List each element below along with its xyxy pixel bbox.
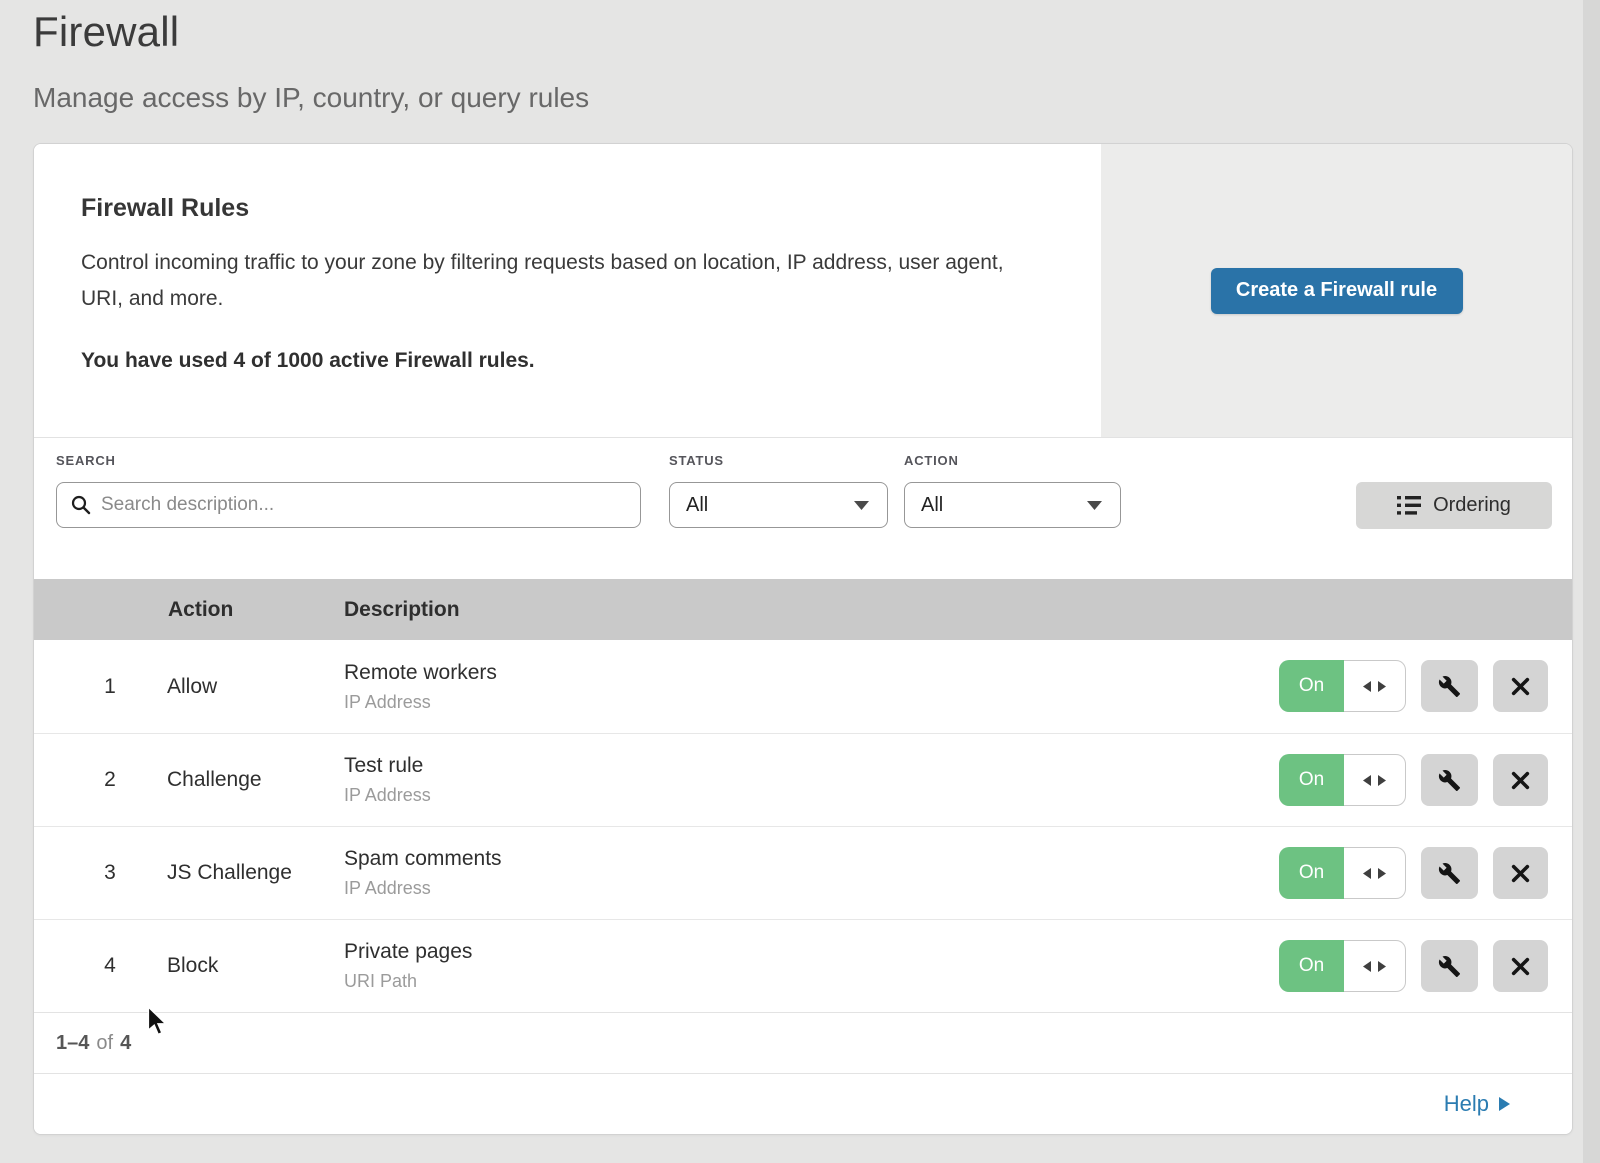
create-firewall-rule-button[interactable]: Create a Firewall rule — [1211, 268, 1463, 314]
toggle-arrows-icon[interactable] — [1344, 847, 1406, 899]
action-select-value: All — [921, 494, 943, 517]
ordering-button-label: Ordering — [1433, 494, 1511, 517]
firewall-rules-card: Firewall Rules Control incoming traffic … — [33, 143, 1573, 1135]
toggle-arrows-icon[interactable] — [1344, 940, 1406, 992]
table-row: 3 JS Challenge Spam comments IP Address … — [34, 826, 1572, 919]
rules-table-body: 1 Allow Remote workers IP Address On — [34, 640, 1572, 1012]
column-header-description: Description — [344, 579, 460, 640]
close-icon — [1511, 957, 1530, 976]
filters-section: SEARCH STATUS All ACTION All — [34, 438, 1572, 579]
ordering-button[interactable]: Ordering — [1356, 482, 1552, 529]
intro-text-panel: Firewall Rules Control incoming traffic … — [34, 144, 1101, 437]
pagination-range: 1–4 — [56, 1032, 89, 1055]
page-title: Firewall — [33, 8, 589, 56]
wrench-icon — [1438, 862, 1461, 885]
intro-section: Firewall Rules Control incoming traffic … — [34, 144, 1572, 438]
edit-rule-button[interactable] — [1421, 754, 1478, 806]
toggle-arrows-icon[interactable] — [1344, 660, 1406, 712]
status-select[interactable]: All — [669, 482, 888, 528]
wrench-icon — [1438, 955, 1461, 978]
toggle-on-label[interactable]: On — [1279, 847, 1344, 899]
rule-controls: On — [34, 734, 1572, 826]
toggle-arrows-icon[interactable] — [1344, 754, 1406, 806]
delete-rule-button[interactable] — [1493, 940, 1548, 992]
wrench-icon — [1438, 675, 1461, 698]
pagination-bar: 1–4 of 4 — [34, 1012, 1572, 1073]
chevron-down-icon — [1087, 501, 1102, 510]
close-icon — [1511, 677, 1530, 696]
pagination-total: 4 — [120, 1032, 131, 1055]
search-icon — [71, 495, 91, 515]
wrench-icon — [1438, 769, 1461, 792]
search-box[interactable] — [56, 482, 641, 528]
table-row: 2 Challenge Test rule IP Address On — [34, 733, 1572, 826]
delete-rule-button[interactable] — [1493, 660, 1548, 712]
edit-rule-button[interactable] — [1421, 847, 1478, 899]
delete-rule-button[interactable] — [1493, 847, 1548, 899]
page-subtitle: Manage access by IP, country, or query r… — [33, 82, 589, 114]
rule-controls: On — [34, 827, 1572, 919]
toggle-on-label[interactable]: On — [1279, 660, 1344, 712]
create-rule-panel: Create a Firewall rule — [1101, 144, 1572, 437]
action-select[interactable]: All — [904, 482, 1121, 528]
rule-enabled-toggle[interactable]: On — [1279, 754, 1406, 806]
ordered-list-icon — [1397, 496, 1421, 515]
search-input[interactable] — [101, 494, 626, 516]
help-link[interactable]: Help — [1444, 1091, 1510, 1117]
intro-description: Control incoming traffic to your zone by… — [81, 245, 1031, 317]
arrow-right-icon — [1499, 1097, 1510, 1111]
status-select-value: All — [686, 494, 708, 517]
chevron-down-icon — [854, 501, 869, 510]
delete-rule-button[interactable] — [1493, 754, 1548, 806]
edit-rule-button[interactable] — [1421, 660, 1478, 712]
window-edge-strip — [1583, 0, 1600, 1163]
status-label: STATUS — [669, 453, 724, 468]
edit-rule-button[interactable] — [1421, 940, 1478, 992]
rule-controls: On — [34, 920, 1572, 1012]
toggle-on-label[interactable]: On — [1279, 754, 1344, 806]
page-header: Firewall Manage access by IP, country, o… — [33, 8, 589, 114]
rule-enabled-toggle[interactable]: On — [1279, 660, 1406, 712]
table-row: 4 Block Private pages URI Path On — [34, 919, 1572, 1012]
close-icon — [1511, 771, 1530, 790]
pagination-of: of — [96, 1032, 113, 1055]
search-label: SEARCH — [56, 453, 116, 468]
card-footer: Help — [34, 1073, 1572, 1134]
action-label: ACTION — [904, 453, 959, 468]
intro-heading: Firewall Rules — [81, 194, 1041, 223]
close-icon — [1511, 864, 1530, 883]
table-header: Action Description — [34, 579, 1572, 640]
rule-enabled-toggle[interactable]: On — [1279, 847, 1406, 899]
help-link-label: Help — [1444, 1091, 1489, 1117]
rule-enabled-toggle[interactable]: On — [1279, 940, 1406, 992]
toggle-on-label[interactable]: On — [1279, 940, 1344, 992]
column-header-action: Action — [168, 579, 233, 640]
table-row: 1 Allow Remote workers IP Address On — [34, 640, 1572, 733]
intro-usage: You have used 4 of 1000 active Firewall … — [81, 349, 1041, 373]
rule-controls: On — [34, 640, 1572, 733]
